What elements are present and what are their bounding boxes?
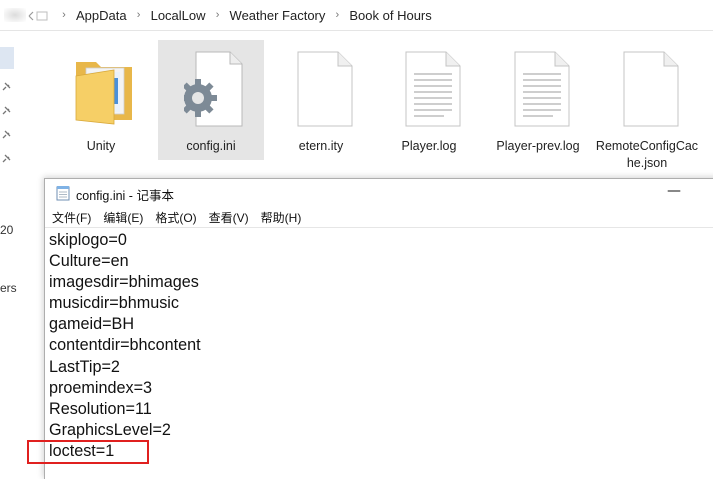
blurred-area — [4, 8, 26, 22]
menu-format[interactable]: 格式(O) — [151, 209, 201, 226]
menu-help[interactable]: 帮助(H) — [257, 209, 307, 226]
file-item-config-ini[interactable]: config.ini — [158, 40, 264, 160]
menu-file[interactable]: 文件(F) — [48, 209, 96, 226]
text-line: imagesdir=bhimages — [49, 273, 199, 292]
file-name: Player-prev.log — [496, 139, 580, 153]
text-line: GraphicsLevel=2 — [49, 420, 171, 439]
file-item-player-log[interactable]: Player.log — [376, 40, 482, 160]
breadcrumb-book-of-hours[interactable]: Book of Hours — [343, 8, 437, 23]
file-item-remote-config-cache-json[interactable]: RemoteConfigCache.json — [594, 40, 700, 170]
blank-file-icon — [623, 51, 679, 127]
chevron-right-icon: › — [62, 9, 66, 21]
text-line: musicdir=bhmusic — [49, 294, 179, 313]
window-title: config.ini - 记事本 — [76, 189, 174, 203]
text-line: Resolution=11 — [49, 399, 152, 418]
file-name: etern.ity — [298, 139, 344, 153]
file-name: Player.log — [401, 139, 457, 153]
file-item-etern-ity[interactable]: etern.ity — [268, 40, 374, 160]
nav-item-label[interactable]: ers — [0, 281, 17, 295]
text-line: LastTip=2 — [49, 357, 120, 376]
chevron-right-icon: › — [215, 9, 220, 21]
notepad-icon — [56, 186, 70, 201]
text-editor[interactable]: skiplogo=0 Culture=en imagesdir=bhimages… — [49, 230, 201, 462]
folder-icon — [75, 62, 132, 125]
notepad-window[interactable]: config.ini - 记事本 — 文件(F) 编辑(E) 格式(O) 查看(… — [44, 178, 713, 479]
breadcrumb-locallow[interactable]: LocalLow — [145, 8, 212, 23]
breadcrumb-weather-factory[interactable]: Weather Factory — [224, 8, 332, 23]
text-line: proemindex=3 — [49, 378, 153, 397]
text-file-icon — [405, 51, 461, 127]
pin-icon[interactable] — [0, 105, 12, 117]
file-item-unity[interactable]: Unity — [48, 40, 154, 160]
file-name: RemoteConfigCache.json — [595, 139, 699, 170]
text-file-icon — [514, 51, 570, 127]
breadcrumb: › AppData › LocalLow › Weather Factory ›… — [58, 0, 438, 30]
pin-icon[interactable] — [0, 129, 12, 141]
menu-view[interactable]: 查看(V) — [205, 209, 254, 226]
chevron-right-icon: › — [335, 9, 340, 21]
pin-icon[interactable] — [0, 153, 12, 165]
pin-icon[interactable] — [0, 81, 12, 93]
text-line: contentdir=bhcontent — [49, 336, 201, 355]
breadcrumb-appdata[interactable]: AppData — [70, 8, 133, 23]
settings-file-icon — [184, 51, 243, 127]
file-name: config.ini — [186, 139, 236, 153]
chevron-right-icon: › — [136, 9, 141, 21]
menu-bar: 文件(F) 编辑(E) 格式(O) 查看(V) 帮助(H) — [45, 207, 713, 228]
address-bar[interactable]: › AppData › LocalLow › Weather Factory ›… — [0, 0, 713, 31]
folder-path-icon — [28, 11, 48, 21]
menu-edit[interactable]: 编辑(E) — [99, 209, 148, 226]
text-line: gameid=BH — [49, 315, 135, 334]
minimize-button[interactable]: — — [659, 183, 689, 203]
navigation-pane: 20 ers — [0, 31, 30, 472]
file-name: Unity — [86, 139, 116, 153]
highlight-annotation-box — [27, 440, 149, 464]
blank-file-icon — [297, 51, 353, 127]
title-bar[interactable]: config.ini - 记事本 — — [45, 179, 713, 207]
text-line: skiplogo=0 — [49, 231, 127, 249]
nav-selected-item[interactable] — [0, 47, 14, 69]
nav-item-label[interactable]: 20 — [0, 223, 13, 237]
file-item-player-prev-log[interactable]: Player-prev.log — [485, 40, 591, 160]
text-line: Culture=en — [49, 252, 129, 271]
